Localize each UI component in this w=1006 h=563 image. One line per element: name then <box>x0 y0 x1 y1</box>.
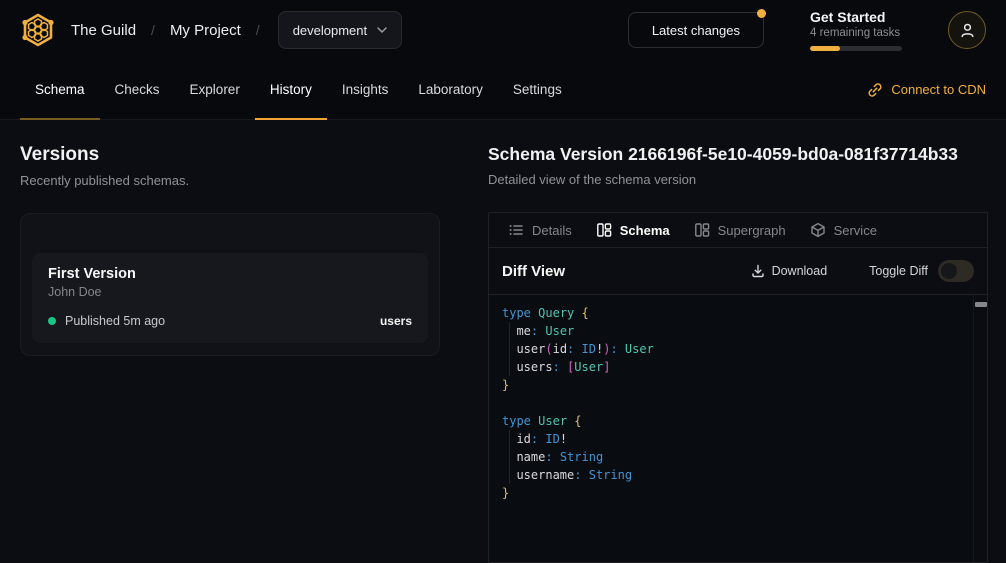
versions-subtitle: Recently published schemas. <box>20 173 440 188</box>
tab-service[interactable]: Service <box>798 222 889 238</box>
breadcrumb-separator: / <box>256 22 260 38</box>
schema-version-title: Schema Version 2166196f-5e10-4059-bd0a-0… <box>488 144 988 165</box>
nav-tab-history[interactable]: History <box>255 60 327 120</box>
download-button[interactable]: Download <box>751 264 828 278</box>
cube-icon <box>810 222 826 238</box>
latest-changes-button[interactable]: Latest changes <box>628 12 764 48</box>
breadcrumb-org[interactable]: The Guild <box>71 22 136 39</box>
schema-version-subtitle: Detailed view of the schema version <box>488 172 988 187</box>
toggle-diff-switch[interactable] <box>938 260 974 282</box>
download-icon <box>751 264 765 278</box>
nav-tab-laboratory[interactable]: Laboratory <box>403 60 498 120</box>
top-bar-right: Latest changes Get Started 4 remaining t… <box>628 9 986 51</box>
diff-view-toolbar: Diff View Download Toggle Diff <box>489 248 987 295</box>
download-label: Download <box>772 264 828 278</box>
environment-dropdown[interactable]: development <box>278 11 402 49</box>
code-scrollbar-thumb[interactable] <box>975 302 987 307</box>
versions-panel: Versions Recently published schemas. Fir… <box>0 120 464 563</box>
tab-details-label: Details <box>532 223 572 238</box>
nav-tabs: Schema Checks Explorer History Insights … <box>20 60 577 119</box>
breadcrumb-project[interactable]: My Project <box>170 22 241 39</box>
tab-service-label: Service <box>834 223 877 238</box>
code-scrollbar <box>973 295 987 562</box>
columns-icon <box>694 222 710 238</box>
latest-changes-label: Latest changes <box>652 23 740 38</box>
nav-tab-explorer[interactable]: Explorer <box>175 60 255 120</box>
tab-schema-label: Schema <box>620 223 670 238</box>
connect-to-cdn-link[interactable]: Connect to CDN <box>867 60 986 119</box>
get-started-progressbar <box>810 46 902 51</box>
detail-tabs: Details Schema Supergr <box>489 213 987 248</box>
nav-tab-schema[interactable]: Schema <box>20 60 100 120</box>
tab-supergraph[interactable]: Supergraph <box>682 222 798 238</box>
get-started-widget[interactable]: Get Started 4 remaining tasks <box>810 9 902 51</box>
main-nav: Schema Checks Explorer History Insights … <box>0 60 1006 120</box>
nav-tab-settings[interactable]: Settings <box>498 60 577 120</box>
diff-view-controls: Download Toggle Diff <box>751 260 974 282</box>
schema-code-viewer[interactable]: type Query { me: User user(id: ID!): Use… <box>489 295 987 562</box>
version-author: John Doe <box>48 285 412 299</box>
chevron-down-icon <box>377 27 387 33</box>
get-started-subtitle: 4 remaining tasks <box>810 27 902 39</box>
diff-view-title: Diff View <box>502 263 565 280</box>
version-status: Published 5m ago <box>65 314 165 328</box>
version-list-item[interactable]: First Version John Doe Published 5m ago … <box>32 253 428 343</box>
published-status-dot <box>48 317 56 325</box>
versions-list-card: First Version John Doe Published 5m ago … <box>20 213 440 356</box>
hive-logo-icon[interactable] <box>20 12 56 48</box>
user-avatar-button[interactable] <box>948 11 986 49</box>
get-started-title: Get Started <box>810 9 902 25</box>
nav-tab-insights[interactable]: Insights <box>327 60 404 120</box>
version-meta-row: Published 5m ago users <box>48 314 412 328</box>
toggle-diff-label: Toggle Diff <box>869 264 928 278</box>
breadcrumb: The Guild / My Project / development <box>20 11 402 49</box>
environment-dropdown-value: development <box>293 23 367 38</box>
toggle-knob <box>941 263 957 279</box>
breadcrumb-separator: / <box>151 22 155 38</box>
versions-title: Versions <box>20 144 440 166</box>
top-bar: The Guild / My Project / development Lat… <box>0 0 1006 60</box>
tab-supergraph-label: Supergraph <box>718 223 786 238</box>
tab-schema[interactable]: Schema <box>584 222 682 238</box>
columns-icon <box>596 222 612 238</box>
notification-dot <box>757 9 766 18</box>
connect-to-cdn-label: Connect to CDN <box>891 82 986 97</box>
person-icon <box>959 22 976 39</box>
nav-tab-checks[interactable]: Checks <box>100 60 175 120</box>
get-started-progress-fill <box>810 46 840 51</box>
tab-details[interactable]: Details <box>496 222 584 238</box>
detail-panel: Details Schema Supergr <box>488 212 988 563</box>
version-name: First Version <box>48 266 412 282</box>
schema-version-detail: Schema Version 2166196f-5e10-4059-bd0a-0… <box>464 120 1006 563</box>
code-block: type Query { me: User user(id: ID!): Use… <box>502 304 967 502</box>
link-chain-icon <box>867 82 883 98</box>
main-content: Versions Recently published schemas. Fir… <box>0 120 1006 563</box>
list-icon <box>508 222 524 238</box>
service-badge: users <box>380 314 412 328</box>
